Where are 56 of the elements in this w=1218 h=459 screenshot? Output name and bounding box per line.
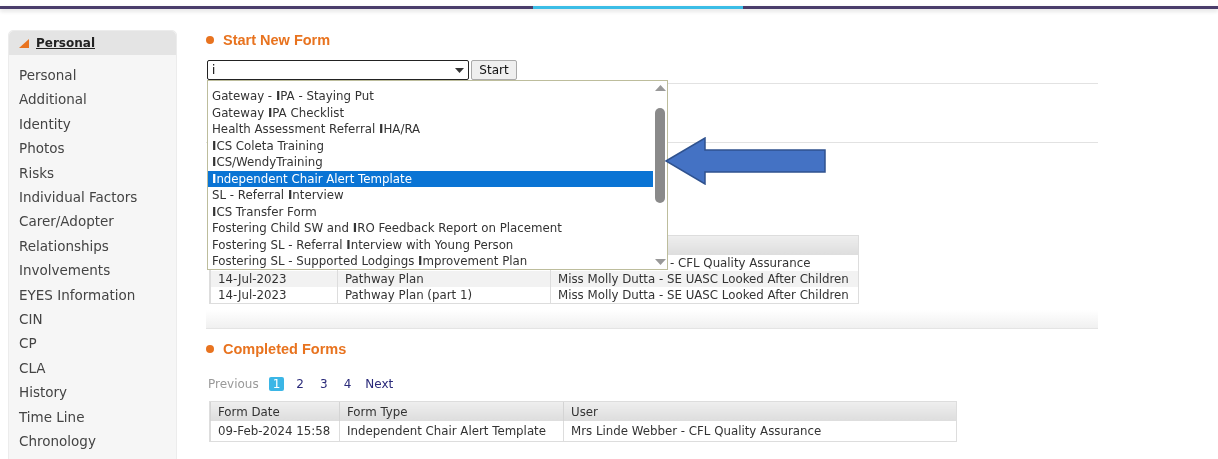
table-cell: Pathway Plan: [337, 271, 551, 287]
dropdown-caret-icon: [455, 67, 464, 73]
dropdown-option[interactable]: Fostering SL - Referral Interview with Young Person: [208, 236, 653, 253]
sidebar-link[interactable]: Time Line: [19, 404, 176, 430]
sidebar-link[interactable]: Risks: [19, 160, 176, 186]
sidebar-link[interactable]: Carer/Adopter: [19, 209, 176, 234]
dropdown-option[interactable]: ICS Coleta Training: [208, 137, 653, 154]
form-select[interactable]: i: [207, 60, 469, 80]
section-title: Start New Form: [223, 32, 331, 48]
table-cell: Independent Chair Alert Template: [339, 421, 564, 441]
next-link[interactable]: Next: [365, 377, 394, 391]
sidebar-link[interactable]: EYES Information: [19, 282, 176, 308]
page-link[interactable]: 3: [316, 377, 332, 391]
sidebar-link[interactable]: Additional: [19, 87, 176, 112]
column-header[interactable]: Form Date: [210, 402, 340, 421]
table-cell: Miss Molly Dutta - SE UASC Looked After Children: [550, 271, 858, 287]
table-cell: Miss Molly Dutta - SE UASC Looked After Children: [550, 287, 858, 303]
section-title: Completed Forms: [223, 341, 347, 357]
table-cell: Pathway Plan (part 1): [337, 287, 551, 303]
table-cell: 14-Jul-2023: [210, 287, 338, 303]
dropdown-option[interactable]: Gateway IPA Checklist: [208, 104, 653, 121]
dropdown-option[interactable]: Fostering Child SW and IRO Feedback Report on Placement: [208, 220, 653, 237]
dropdown-option[interactable]: ICS Transfer Form: [208, 203, 653, 220]
sidebar-header[interactable]: Personal: [9, 31, 176, 55]
sidebar-link[interactable]: Personal: [19, 63, 176, 88]
select-value: i: [212, 63, 216, 77]
dropdown-option[interactable]: ICS/WendyTraining: [208, 154, 653, 171]
sidebar-header-label: Personal: [36, 36, 95, 50]
dropdown-option[interactable]: Health Assessment Referral IHA/RA: [208, 121, 653, 138]
arrow-icon: [665, 137, 827, 185]
dropdown-option[interactable]: SL - Referral Interview: [208, 187, 653, 204]
scroll-down-icon[interactable]: [654, 259, 666, 265]
table-cell: 09-Feb-2024 15:58: [210, 421, 340, 441]
sidebar-link[interactable]: Photos: [19, 136, 176, 161]
sidebar-link[interactable]: Identity: [19, 111, 176, 137]
bullet-icon: [206, 36, 214, 44]
page-link[interactable]: 2: [292, 377, 308, 391]
sidebar-link[interactable]: Involvements: [19, 258, 176, 283]
column-header[interactable]: Form Type: [339, 402, 564, 421]
table-cell: 14-Jul-2023: [210, 271, 338, 287]
sidebar-link[interactable]: Relationships: [19, 233, 176, 259]
sidebar-link[interactable]: Chronology: [19, 429, 176, 454]
dropdown-option[interactable]: Independent Chair Alert Template: [208, 170, 653, 187]
sidebar-link[interactable]: CLA: [19, 355, 176, 381]
dropdown-option[interactable]: Gateway - IPA - Staying Put: [208, 88, 653, 105]
bullet-icon: [206, 345, 214, 353]
sidebar-link[interactable]: CIN: [19, 307, 176, 332]
column-header[interactable]: User: [563, 402, 956, 421]
sidebar-link[interactable]: History: [19, 380, 176, 405]
scrollbar-thumb[interactable]: [655, 107, 665, 203]
collapse-triangle-icon[interactable]: [19, 38, 29, 48]
sidebar-link[interactable]: Individual Factors: [19, 185, 176, 210]
sidebar-link[interactable]: CP: [19, 331, 176, 356]
table-cell: Mrs Linde Webber - CFL Quality Assurance: [563, 421, 956, 441]
start-button[interactable]: Start: [471, 60, 517, 80]
page-link[interactable]: 4: [339, 377, 356, 391]
